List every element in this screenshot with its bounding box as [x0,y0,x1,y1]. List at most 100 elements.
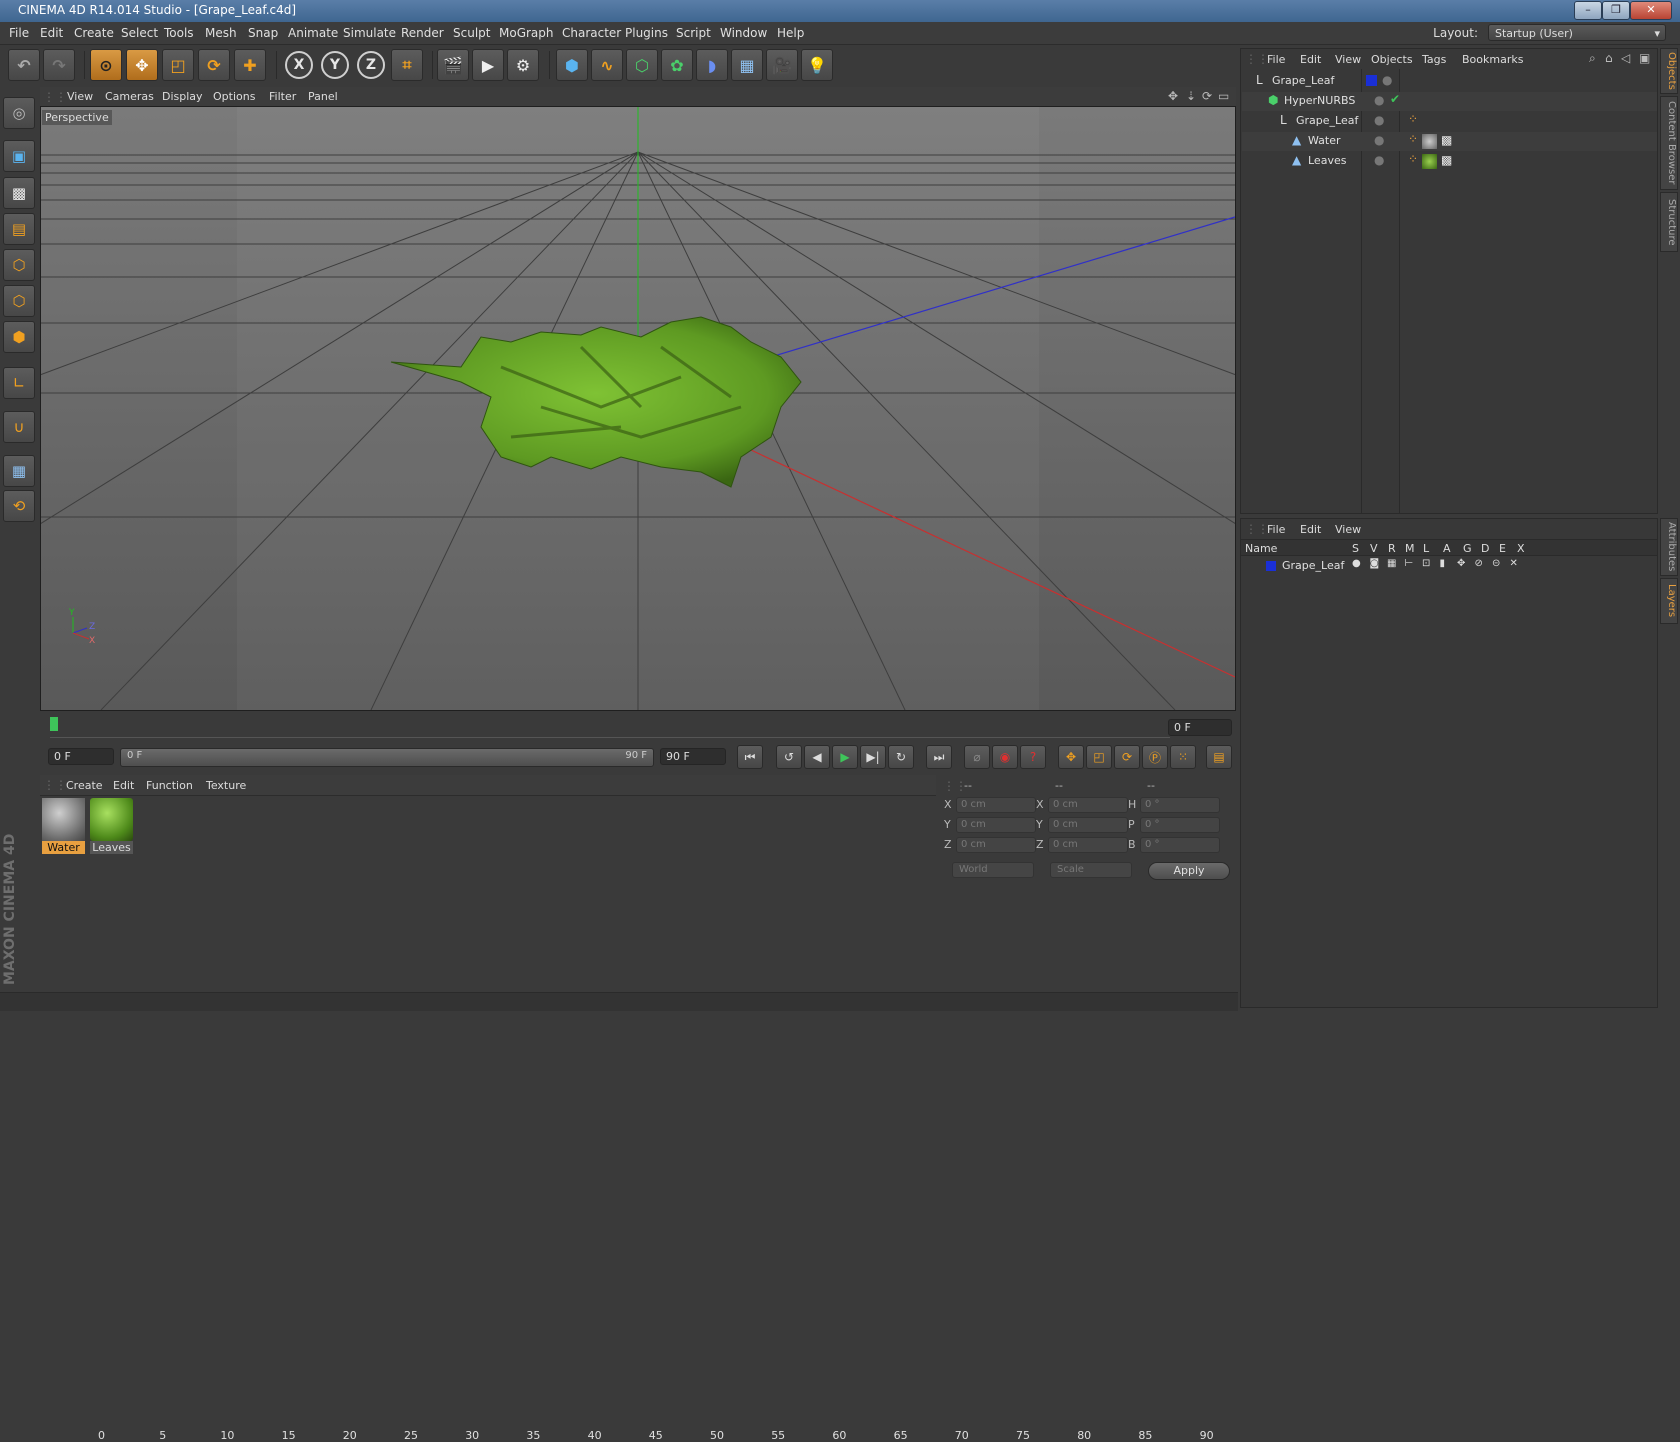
render-icon[interactable]: ▦ [1387,558,1396,569]
make-editable-button[interactable]: ◎ [3,97,35,129]
object-row[interactable]: ⬢ HyperNURBS ● ✔ [1242,92,1657,111]
keyframe-selection-button[interactable]: ? [1020,745,1046,769]
apply-button[interactable]: Apply [1148,862,1230,880]
points-mode-button[interactable]: ⬡ [3,249,35,281]
objects-menu-objects[interactable]: Objects [1371,53,1413,66]
viewport-menu-display[interactable]: Display [162,90,203,103]
visibility-dot-icon[interactable]: ● [1374,113,1384,127]
z-axis-lock-button[interactable]: Z [357,51,385,79]
layer-color-swatch[interactable] [1266,561,1276,571]
layers-menu-file[interactable]: File [1267,523,1285,536]
animation-icon[interactable]: ▮ [1440,558,1446,569]
viewport-move-icon[interactable]: ✥ [1168,89,1178,103]
polygons-mode-button[interactable]: ⬢ [3,321,35,353]
material-tag-icon[interactable] [1422,134,1437,149]
material-tag-icon[interactable] [1422,154,1437,169]
viewport-menu-filter[interactable]: Filter [269,90,296,103]
layer-column-name[interactable]: Name [1245,542,1277,555]
coord-value-field[interactable]: 0 cm [956,837,1036,853]
material-menu-create[interactable]: Create [66,779,103,792]
material-menu-texture[interactable]: Texture [206,779,246,792]
add-camera-button[interactable]: 🎥 [766,49,798,81]
transform-tool-button[interactable]: ✚ [234,49,266,81]
next-frame-button[interactable]: ▶| [860,745,886,769]
previous-key-button[interactable]: ↺ [776,745,802,769]
menu-help[interactable]: Help [777,26,804,40]
menu-file[interactable]: File [9,26,29,40]
viewport-maximize-icon[interactable]: ▭ [1218,89,1229,103]
viewport-menu-panel[interactable]: Panel [308,90,338,103]
planar-workplane-button[interactable]: ⟲ [3,490,35,522]
key-rotation-button[interactable]: ⟳ [1114,745,1140,769]
play-button[interactable]: ▶ [832,745,858,769]
rotate-tool-button[interactable]: ⟳ [198,49,230,81]
coord-value-field[interactable]: 0 ° [1140,797,1220,813]
close-button[interactable]: ✕ [1630,1,1672,20]
menu-script[interactable]: Script [676,26,711,40]
visibility-dot-icon[interactable]: ● [1382,73,1392,87]
layer-column-a[interactable]: A [1443,542,1451,555]
preview-range-slider[interactable]: 0 F 90 F [120,748,654,767]
workplane-mode-button[interactable]: ▤ [3,213,35,245]
coord-value-field[interactable]: 0 ° [1140,817,1220,833]
autokey-button[interactable]: ◉ [992,745,1018,769]
layer-column-r[interactable]: R [1388,542,1396,555]
side-tab-objects[interactable]: Objects [1660,48,1678,94]
objects-menu-bookmarks[interactable]: Bookmarks [1462,53,1523,66]
visibility-dot-icon[interactable]: ● [1374,153,1384,167]
key-position-button[interactable]: ✥ [1058,745,1084,769]
object-row[interactable]: L Grape_Leaf ● ⁘ [1242,112,1657,131]
coordinate-mode-dropdown[interactable]: World [952,862,1034,878]
object-row[interactable]: L Grape_Leaf ● [1242,72,1657,91]
coordinate-system-button[interactable]: ⌗ [391,49,423,81]
redo-button[interactable]: ↷ [43,49,75,81]
solo-dot-icon[interactable]: ● [1352,558,1361,569]
material-water[interactable]: Water [42,798,85,854]
uvw-tag-icon[interactable]: ▩ [1441,153,1452,167]
search-icon[interactable]: ⌕ [1589,51,1596,66]
phong-tag-icon[interactable]: ⁘ [1408,152,1418,166]
side-tab-layers[interactable]: Layers [1660,578,1678,624]
objects-menu-tags[interactable]: Tags [1422,53,1446,66]
workplane-lock-button[interactable]: ▦ [3,455,35,487]
timeline-ruler[interactable]: 0 5 10 15 20 25 30 35 40 45 50 55 60 65 70 75 80 85 90 0 F [40,713,1236,1442]
menu-select[interactable]: Select [121,26,158,40]
side-tab-content-browser[interactable]: Content Browser [1660,96,1678,190]
go-to-end-button[interactable]: ⏭ [926,745,952,769]
layer-column-x[interactable]: X [1517,542,1525,555]
deformer-icon[interactable]: ⊘ [1475,558,1483,569]
x-axis-lock-button[interactable]: X [285,51,313,79]
move-tool-button[interactable]: ✥ [126,49,158,81]
size-mode-dropdown[interactable]: Scale [1050,862,1132,878]
side-tab-structure[interactable]: Structure [1660,192,1678,252]
layer-column-s[interactable]: S [1352,542,1359,555]
minimize-button[interactable]: – [1574,1,1602,20]
key-scale-button[interactable]: ◰ [1086,745,1112,769]
home-icon[interactable]: ⌂ [1605,51,1613,65]
coord-value-field[interactable]: 0 ° [1140,837,1220,853]
expression-icon[interactable]: ⊝ [1492,558,1500,569]
scale-tool-button[interactable]: ◰ [162,49,194,81]
coord-value-field[interactable]: 0 cm [956,797,1036,813]
layers-menu-edit[interactable]: Edit [1300,523,1321,536]
start-frame-field[interactable]: 0 F [48,748,114,765]
menu-edit[interactable]: Edit [40,26,63,40]
material-menu-function[interactable]: Function [146,779,193,792]
back-icon[interactable]: ◁ [1621,51,1630,65]
generator-icon[interactable]: ✥ [1457,558,1465,569]
menu-render[interactable]: Render [401,26,444,40]
coord-value-field[interactable]: 0 cm [1048,837,1128,853]
current-frame-field[interactable]: 0 F [1168,719,1232,736]
viewport-menu-options[interactable]: Options [213,90,255,103]
add-spline-button[interactable]: ∿ [591,49,623,81]
key-pla-button[interactable]: ⁙ [1170,745,1196,769]
viewport-zoom-icon[interactable]: ⇣ [1186,89,1196,103]
render-picture-viewer-button[interactable]: ▶ [472,49,504,81]
add-nurbs-button[interactable]: ⬡ [626,49,658,81]
viewport-menu-cameras[interactable]: Cameras [105,90,154,103]
menu-sculpt[interactable]: Sculpt [453,26,490,40]
panel-maximize-icon[interactable]: ▣ [1639,51,1650,65]
coord-value-field[interactable]: 0 cm [1048,817,1128,833]
menu-mograph[interactable]: MoGraph [499,26,554,40]
layer-column-m[interactable]: M [1405,542,1415,555]
